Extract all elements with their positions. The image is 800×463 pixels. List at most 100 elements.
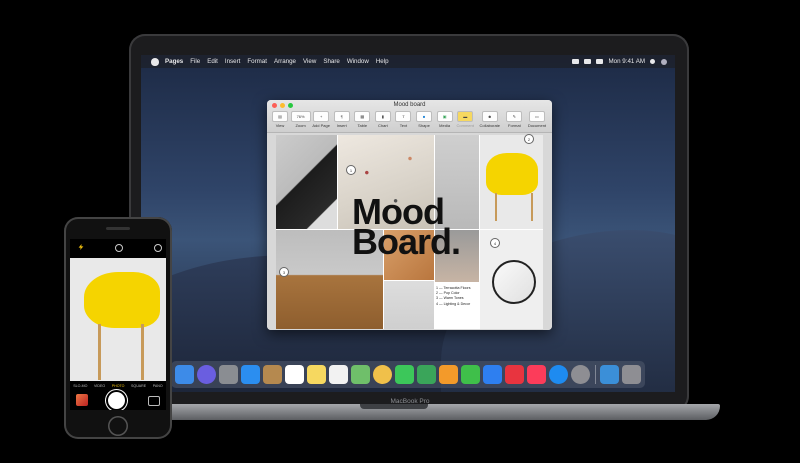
- toolbar-label: View: [275, 123, 285, 128]
- flash-icon[interactable]: [78, 244, 84, 250]
- toolbar-label: Insert: [336, 123, 347, 128]
- filters-icon[interactable]: [154, 244, 162, 252]
- switch-camera-icon[interactable]: [148, 396, 160, 406]
- live-photo-icon[interactable]: [115, 244, 123, 252]
- spotlight-icon[interactable]: [650, 59, 655, 64]
- mirror-circle: [492, 260, 536, 304]
- dock-keynote-icon[interactable]: [483, 365, 502, 384]
- toolbar-document[interactable]: ▭ Document: [526, 111, 548, 128]
- toolbar-text[interactable]: T Text: [394, 111, 412, 128]
- siri-icon[interactable]: [661, 58, 667, 65]
- dock-finder-icon[interactable]: [175, 365, 194, 384]
- dock: [171, 361, 645, 388]
- shutter-button[interactable]: [108, 392, 125, 409]
- dock-messages-icon[interactable]: [395, 365, 414, 384]
- dock-launchpad-icon[interactable]: [219, 365, 238, 384]
- chart-icon: ▮: [374, 111, 391, 122]
- toolbar-label: Chart: [378, 123, 388, 128]
- black-chair-photo[interactable]: [276, 135, 337, 229]
- toolbar-collaborate[interactable]: ☻ Collaborate: [477, 111, 503, 128]
- toolbar-label: Shape: [418, 123, 430, 128]
- mood-board-headline: Mood Board.: [352, 194, 461, 262]
- shape-icon: ■: [416, 111, 433, 122]
- menu-app-name[interactable]: Pages: [165, 58, 183, 65]
- toolbar-insert[interactable]: ¶ Insert: [333, 111, 351, 128]
- fur-rug-photo[interactable]: [384, 281, 434, 329]
- headline-board: Board.: [352, 221, 461, 262]
- dock-photos-icon[interactable]: [373, 365, 392, 384]
- mode-pano[interactable]: PANO: [153, 384, 163, 388]
- dock-music-icon[interactable]: [527, 365, 546, 384]
- table-icon: ▦: [354, 111, 371, 122]
- home-button[interactable]: [108, 416, 128, 436]
- viewfinder-chair-legs: [98, 324, 144, 380]
- toolbar-zoom[interactable]: 76% Zoom: [290, 111, 311, 128]
- mode-video[interactable]: VIDEO: [94, 384, 105, 388]
- yellow-chair-seat: [486, 153, 538, 195]
- legend-item: 4 — Lighting & Decor: [436, 301, 471, 306]
- dock-calendar-icon[interactable]: [285, 365, 304, 384]
- mood-board-page[interactable]: Mood Board. 1 — Terracotta Floors 2 — Po…: [276, 134, 543, 329]
- collaborate-icon: ☻: [481, 111, 498, 122]
- menu-share[interactable]: Share: [323, 58, 340, 65]
- dock-facetime-icon[interactable]: [417, 365, 436, 384]
- toolbar-label: Document: [527, 123, 547, 128]
- menu-edit[interactable]: Edit: [207, 58, 218, 65]
- legend-list: 1 — Terracotta Floors 2 — Pop Color 3 — …: [436, 286, 471, 307]
- apple-menu-icon[interactable]: [151, 57, 159, 66]
- toolbar-add-page[interactable]: + Add Page: [312, 111, 330, 128]
- camera-viewfinder[interactable]: [70, 258, 166, 381]
- dock-downloads-icon[interactable]: [600, 365, 619, 384]
- laptop-label: MacBook Pro: [390, 398, 430, 405]
- menu-bar: Pages File Edit Insert Format Arrange Vi…: [141, 55, 675, 68]
- menu-format[interactable]: Format: [247, 58, 267, 65]
- toolbar-comment[interactable]: ▬ Comment: [456, 111, 474, 128]
- toolbar-media[interactable]: ▣ Media: [436, 111, 454, 128]
- dock-notes-icon[interactable]: [307, 365, 326, 384]
- toolbar-shape[interactable]: ■ Shape: [415, 111, 433, 128]
- toolbar-label: Table: [357, 123, 368, 128]
- wifi-icon[interactable]: [571, 59, 579, 64]
- mode-photo[interactable]: PHOTO: [112, 384, 125, 388]
- pages-window: Mood board ▤ View 76% Zoom + Add Page ¶ Inse…: [267, 100, 552, 330]
- document-icon: ▭: [528, 111, 545, 122]
- toolbar-view[interactable]: ▤ View: [271, 111, 289, 128]
- dock-pages-icon[interactable]: [439, 365, 458, 384]
- mode-square[interactable]: SQUARE: [131, 384, 146, 388]
- menu-clock[interactable]: Mon 9:41 AM: [609, 58, 645, 65]
- menu-file[interactable]: File: [190, 58, 200, 65]
- toolbar-label: Media: [439, 123, 451, 128]
- dock-news-icon[interactable]: [505, 365, 524, 384]
- dock-reminders-icon[interactable]: [329, 365, 348, 384]
- dock-system-preferences-icon[interactable]: [571, 365, 590, 384]
- menu-insert[interactable]: Insert: [225, 58, 240, 65]
- camera-mode-picker: SLO-MO VIDEO PHOTO SQUARE PANO: [70, 384, 166, 388]
- dock-siri-icon[interactable]: [197, 365, 216, 384]
- toolbar-format[interactable]: ✎ Format: [505, 111, 523, 128]
- page-marker-2: 2: [524, 134, 534, 144]
- media-icon: ▣: [436, 111, 453, 122]
- dock-contacts-icon[interactable]: [263, 365, 282, 384]
- battery-icon[interactable]: [595, 59, 603, 64]
- menu-help[interactable]: Help: [376, 58, 389, 65]
- chair-legs: [495, 193, 533, 221]
- plus-icon: +: [313, 111, 330, 122]
- last-photo-thumbnail[interactable]: [76, 394, 88, 406]
- dock-safari-icon[interactable]: [241, 365, 260, 384]
- dock-maps-icon[interactable]: [351, 365, 370, 384]
- page-marker-4: 4: [490, 238, 500, 248]
- camera-top-bar: [70, 244, 166, 252]
- airplay-icon[interactable]: [583, 59, 591, 64]
- yellow-chair-photo[interactable]: [480, 135, 543, 229]
- page-marker-1: 1: [346, 165, 356, 175]
- dock-trash-icon[interactable]: [622, 365, 641, 384]
- menu-window[interactable]: Window: [347, 58, 369, 65]
- dock-numbers-icon[interactable]: [461, 365, 480, 384]
- menu-view[interactable]: View: [303, 58, 316, 65]
- dock-app-store-icon[interactable]: [549, 365, 568, 384]
- mode-slo-mo[interactable]: SLO-MO: [73, 384, 87, 388]
- menu-arrange[interactable]: Arrange: [274, 58, 296, 65]
- toolbar-chart[interactable]: ▮ Chart: [374, 111, 392, 128]
- toolbar-table[interactable]: ▦ Table: [353, 111, 371, 128]
- document-canvas[interactable]: Mood Board. 1 — Terracotta Floors 2 — Po…: [267, 133, 552, 330]
